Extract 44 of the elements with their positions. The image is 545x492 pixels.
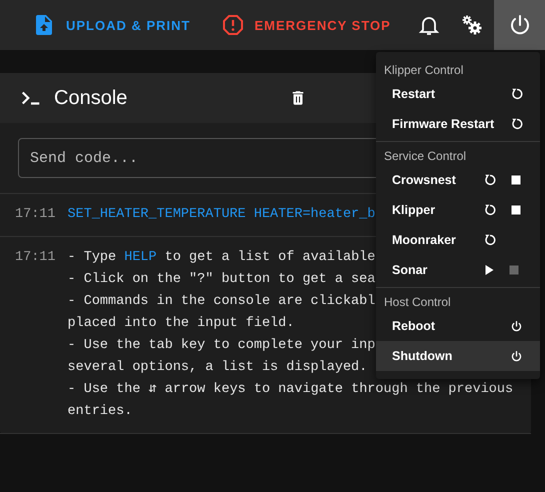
console-line: several options, a list is displayed. (68, 359, 368, 377)
console-line: - Commands in the console are clickabl (68, 293, 376, 311)
console-line: entries. (68, 403, 132, 421)
menu-item[interactable]: Restart (376, 79, 540, 109)
restart-icon[interactable] (510, 117, 524, 131)
console-line: - Type HELP to get a list of available (68, 249, 376, 267)
restart-icon[interactable] (482, 203, 496, 217)
upload-print-button[interactable]: UPLOAD & PRINT (28, 0, 194, 50)
play-icon[interactable] (482, 264, 494, 276)
menu-item-label: Reboot (392, 319, 436, 333)
menu-item[interactable]: Shutdown (376, 341, 540, 371)
stop-icon[interactable] (510, 204, 522, 216)
menu-item[interactable]: Klipper (376, 195, 540, 225)
menu-section-title: Klipper Control (383, 62, 464, 79)
menu-item[interactable]: Reboot (376, 311, 540, 341)
restart-icon[interactable] (510, 87, 524, 101)
power-icon[interactable] (510, 320, 522, 332)
console-line: placed into the input field. (68, 315, 294, 333)
menu-item-label: Shutdown (392, 349, 454, 363)
menu-item-label: Moonraker (392, 233, 457, 247)
console-line: - Use the ⇵ arrow keys to navigate through the previous (68, 381, 514, 399)
menu-item-label: Klipper (392, 203, 436, 217)
entry-time: 17:11 (15, 206, 56, 224)
menu-item-label: Sonar (392, 263, 428, 277)
menu-item[interactable]: Firmware Restart (376, 109, 540, 139)
menu-item[interactable]: Moonraker (376, 225, 540, 255)
restart-icon[interactable] (482, 233, 496, 247)
menu-item-label: Restart (392, 87, 436, 101)
menu-section-title: Service Control (383, 148, 468, 165)
power-button[interactable] (494, 0, 545, 50)
restart-icon[interactable] (482, 173, 496, 187)
console-title: Console (54, 86, 128, 110)
settings-icon (460, 13, 484, 37)
entry-time: 17:11 (15, 249, 56, 267)
console-line: - Click on the "?" button to get a sea (68, 271, 376, 289)
stop-icon[interactable] (510, 174, 522, 186)
emergency-stop-button[interactable]: EMERGENCY STOP (216, 0, 395, 50)
console-line[interactable]: SET_HEATER_TEMPERATURE HEATER=heater_b (68, 204, 376, 226)
console-line: - Use the tab key to complete your inp (68, 337, 376, 355)
menu-section-title: Host Control (383, 294, 452, 311)
alert-octagon-icon (220, 13, 244, 37)
menu-item[interactable]: Sonar (376, 255, 540, 285)
menu-item-label: Firmware Restart (392, 117, 496, 131)
power-icon[interactable] (510, 350, 522, 362)
